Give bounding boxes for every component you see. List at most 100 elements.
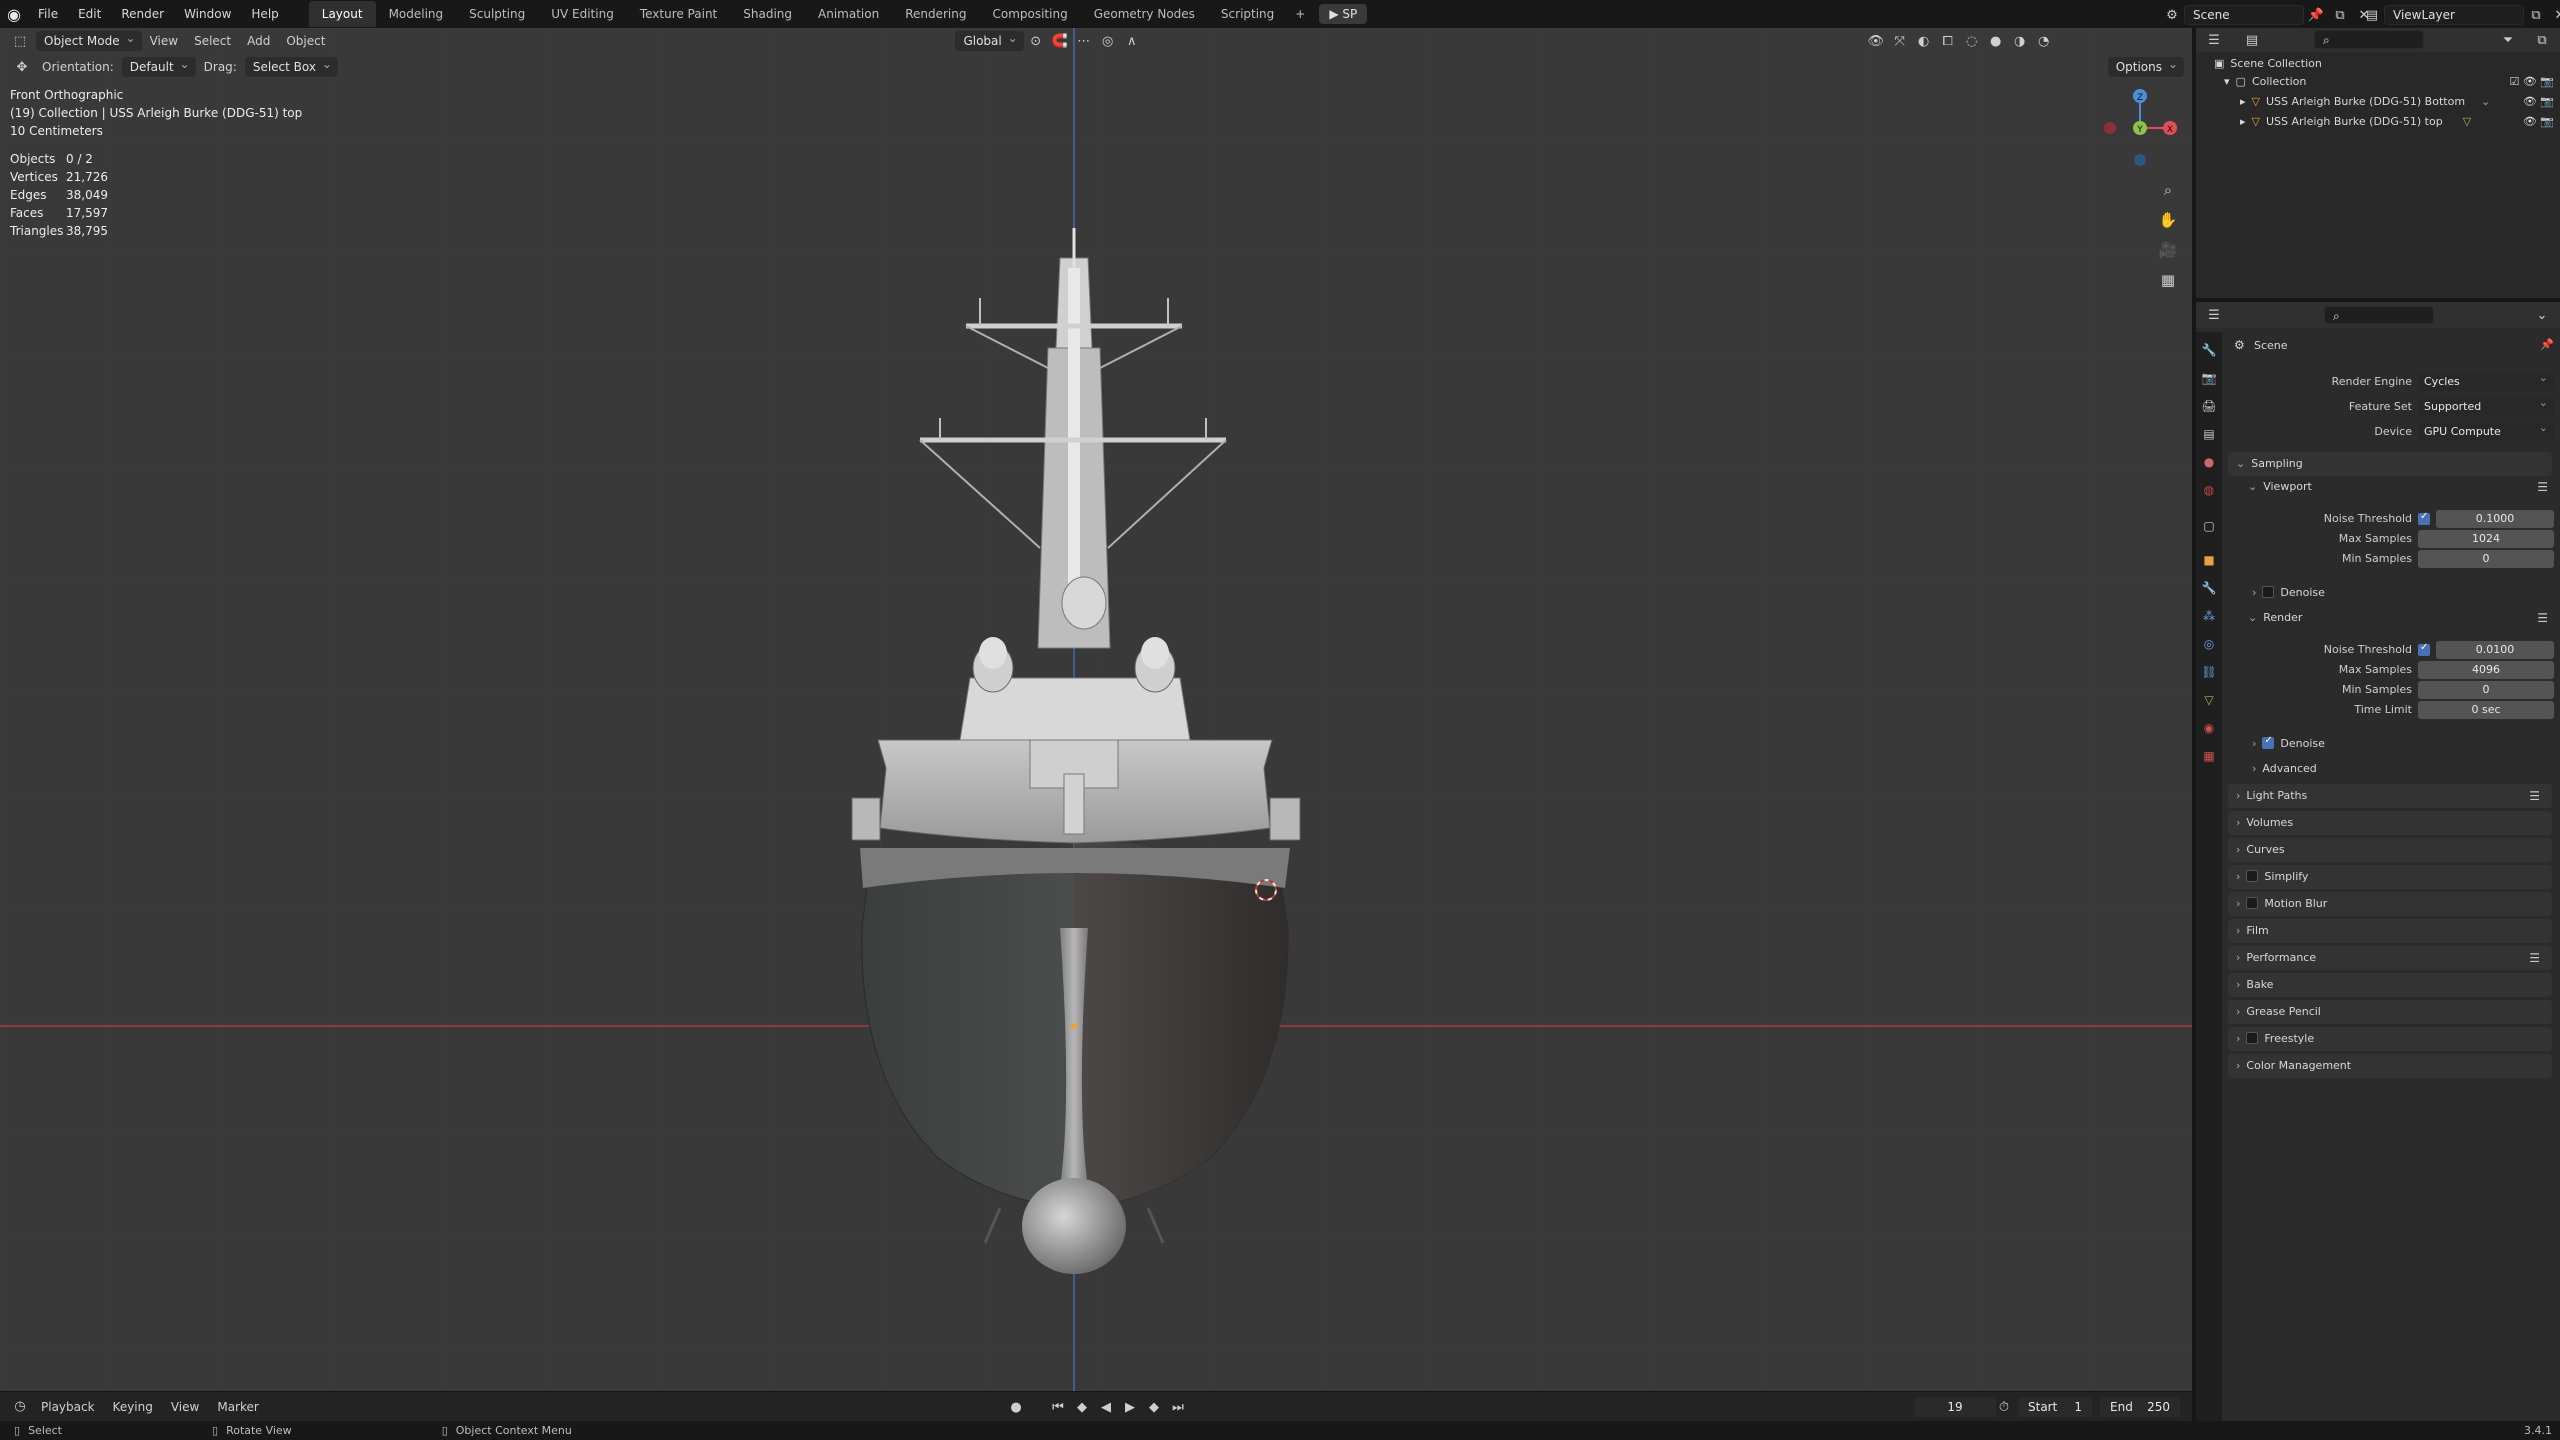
view-layer-field[interactable]: ViewLayer [2384,5,2524,25]
modifier-tab-icon[interactable]: 🔧 [2201,580,2217,596]
3d-viewport[interactable]: Front Orthographic (19) Collection | USS… [0,28,2192,1391]
data-tab-icon[interactable]: ▽ [2201,692,2217,708]
r-min-field[interactable]: 0 [2418,681,2554,699]
device-dropdown[interactable]: GPU Compute [2418,419,2554,441]
scene-name-field[interactable]: Scene [2184,5,2304,25]
exclude-checkbox-icon[interactable]: ☑ [2509,75,2519,88]
overlay-toggle-icon[interactable]: ◐ [1912,30,1936,52]
start-frame-field[interactable]: Start 1 [2018,1397,2092,1417]
motion-blur-checkbox[interactable] [2246,897,2259,909]
menu-help[interactable]: Help [241,0,288,28]
expand-arrow-icon[interactable]: ▸ [2240,112,2246,132]
scene-tab-icon[interactable]: ● [2201,454,2217,470]
grease-pencil-panel[interactable]: › Grease Pencil [2228,1000,2552,1024]
material-tab-icon[interactable]: ◉ [2201,720,2217,736]
r-noise-field[interactable]: 0.0100 [2436,641,2554,659]
feature-set-dropdown[interactable]: Supported [2418,394,2554,416]
editor-type-icon[interactable]: ⬚ [8,30,32,52]
tool-tab-icon[interactable]: 🔧 [2201,342,2217,358]
menu-playback[interactable]: Playback [32,1400,104,1414]
object-tab-icon[interactable]: ■ [2201,552,2217,568]
vp-noise-field[interactable]: 0.1000 [2436,510,2554,528]
r-time-field[interactable]: 0 sec [2418,701,2554,719]
wireframe-shading-icon[interactable]: ◌ [1960,30,1984,52]
vp-noise-checkbox[interactable] [2418,511,2436,526]
end-frame-field[interactable]: End 250 [2100,1397,2180,1417]
menu-render[interactable]: Render [111,0,174,28]
camera-icon[interactable]: 📷 [2540,115,2554,128]
presets-list-icon[interactable]: ☰ [2529,784,2540,808]
outliner-scene-collection[interactable]: ▣ Scene Collection [2214,54,2322,74]
advanced-subpanel[interactable]: › Advanced [2252,762,2317,775]
gizmo-toggle-icon[interactable]: ⤧ [1888,30,1912,52]
menu-select[interactable]: Select [186,30,239,52]
output-tab-icon[interactable]: 🖨 [2201,398,2217,414]
falloff-icon[interactable]: ∧ [1120,30,1144,52]
film-panel[interactable]: › Film [2228,919,2552,943]
material-shading-icon[interactable]: ◑ [2008,30,2032,52]
filter-icon[interactable]: ⏷ [2496,29,2520,51]
drag-dropdown[interactable]: Select Box [244,54,338,77]
tab-uv-editing[interactable]: UV Editing [538,1,627,27]
tab-modeling[interactable]: Modeling [376,1,457,27]
properties-options-icon[interactable]: ⌄ [2530,304,2554,326]
jump-end-icon[interactable]: ⏭ [1166,1396,1190,1418]
particles-tab-icon[interactable]: ⁂ [2201,608,2217,624]
snap-target-icon[interactable]: ⋯ [1072,30,1096,52]
menu-file[interactable]: File [28,0,68,28]
r-noise-checkbox[interactable] [2418,642,2436,657]
render-engine-dropdown[interactable]: Cycles [2418,369,2554,391]
record-icon[interactable]: ● [1004,1396,1028,1418]
eye-icon[interactable]: 👁 [2523,95,2537,108]
snap-icon[interactable]: 🧲 [1048,30,1072,52]
menu-keying[interactable]: Keying [104,1400,162,1414]
simplify-checkbox[interactable] [2246,870,2259,882]
eye-icon[interactable]: 👁 [2523,115,2537,128]
menu-view[interactable]: View [142,30,186,52]
viewport-denoise-subpanel[interactable]: › Denoise [2252,586,2325,599]
play-icon[interactable]: ▶ [1118,1396,1142,1418]
world-tab-icon[interactable]: ◍ [2201,482,2217,498]
pin-icon[interactable]: 📌 [2540,338,2554,351]
perspective-toggle-icon[interactable]: ▦ [2156,268,2180,292]
viewport-subpanel[interactable]: ⌄ Viewport [2248,480,2312,493]
new-scene-icon[interactable]: ⧉ [2328,4,2352,26]
current-frame-field[interactable]: 19 [1914,1397,1996,1417]
play-reverse-icon[interactable]: ◀ [1094,1396,1118,1418]
view-layer-icon[interactable]: ▤ [2360,4,2384,26]
area-divider-vertical[interactable] [2192,28,2196,1421]
zoom-icon[interactable]: ⌕ [2156,178,2180,202]
tab-shading[interactable]: Shading [730,1,805,27]
expand-arrow-icon[interactable]: ▸ [2240,92,2246,112]
jump-start-icon[interactable]: ⏮ [1046,1396,1070,1418]
properties-editor-icon[interactable]: ☰ [2202,304,2226,326]
outliner-object-top[interactable]: ▸ ▽ USS Arleigh Burke (DDG-51) top ▽ 👁 📷 [2240,112,2554,132]
transform-tool-icon[interactable]: ✥ [10,56,34,78]
render-denoise-checkbox[interactable] [2262,735,2275,749]
pivot-icon[interactable]: ⊙ [1024,30,1048,52]
constraints-tab-icon[interactable]: ⛓ [2201,664,2217,680]
stopwatch-icon[interactable]: ⏱ [1992,1396,2016,1418]
denoise-checkbox[interactable] [2262,586,2275,598]
outliner-search-input[interactable]: ⌕ [2314,30,2424,49]
tab-layout[interactable]: Layout [308,1,376,27]
outliner-collection[interactable]: ▾ ▢ Collection ☑ 👁 📷 [2224,72,2554,92]
menu-object[interactable]: Object [278,30,333,52]
vp-min-field[interactable]: 0 [2418,550,2554,568]
tab-geometry-nodes[interactable]: Geometry Nodes [1081,1,1208,27]
freestyle-checkbox[interactable] [2246,1032,2259,1044]
performance-panel[interactable]: › Performance ☰ [2228,946,2552,970]
view-layer-tab-icon[interactable]: ▤ [2201,426,2217,442]
bake-panel[interactable]: › Bake [2228,973,2552,997]
visibility-icon[interactable]: 👁 [1864,30,1888,52]
presets-list-icon[interactable]: ☰ [2537,611,2548,625]
freestyle-panel[interactable]: › Freestyle [2228,1027,2552,1051]
proportional-edit-icon[interactable]: ◎ [1096,30,1120,52]
tab-sculpting[interactable]: Sculpting [456,1,538,27]
tab-animation[interactable]: Animation [805,1,892,27]
texture-tab-icon[interactable]: ▦ [2201,748,2217,764]
vp-max-field[interactable]: 1024 [2418,530,2554,548]
render-subpanel[interactable]: ⌄ Render [2248,611,2302,624]
options-dropdown[interactable]: Options [2107,54,2184,77]
tab-texture-paint[interactable]: Texture Paint [627,1,730,27]
